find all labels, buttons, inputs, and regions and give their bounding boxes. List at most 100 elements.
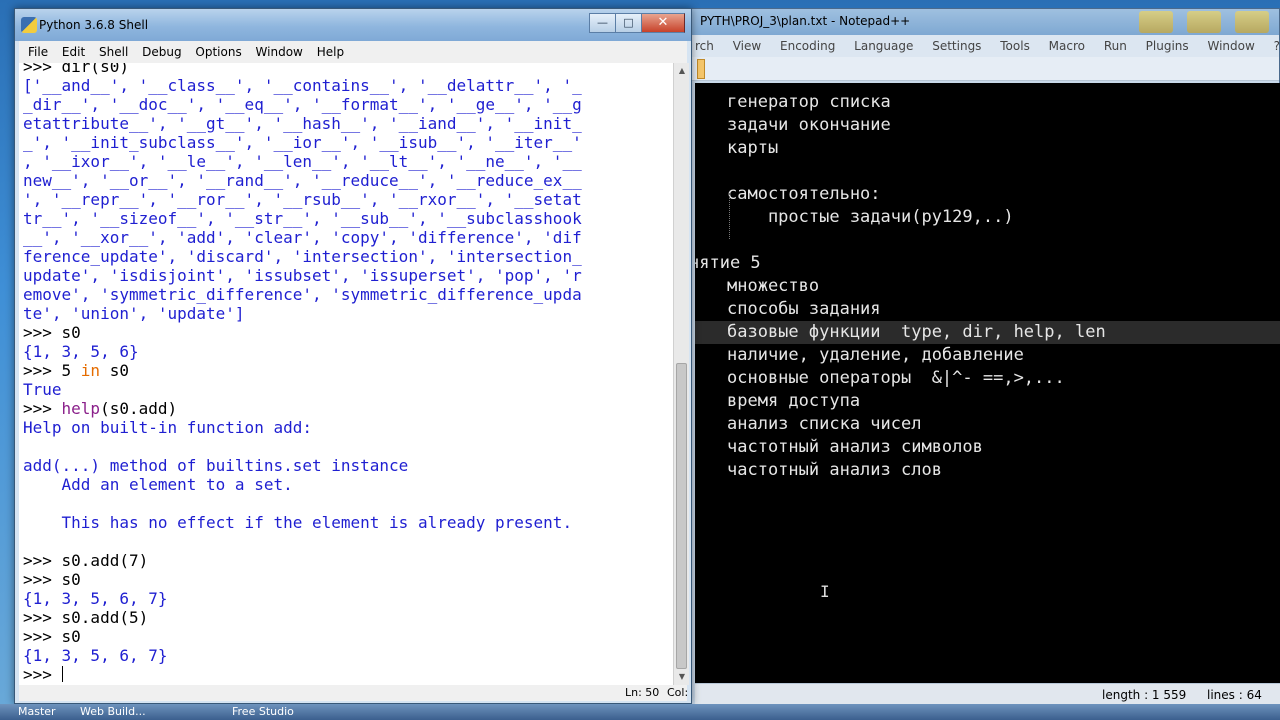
menu-window[interactable]: Window bbox=[256, 45, 303, 59]
shell-title: Python 3.6.8 Shell bbox=[39, 18, 149, 32]
menu-file[interactable]: File bbox=[28, 45, 48, 59]
scrollbar-thumb[interactable] bbox=[676, 363, 687, 669]
shell-output-line: add(...) method of builtins.set instance bbox=[23, 456, 409, 475]
python-shell-window: Python 3.6.8 Shell — □ ✕ File Edit Shell… bbox=[14, 8, 692, 715]
shell-input-line: >>> s0 bbox=[23, 570, 81, 589]
text-caret bbox=[61, 666, 63, 682]
notepad-toolbar bbox=[601, 57, 1279, 81]
desktop-thumbnails bbox=[1139, 11, 1269, 33]
shell-output-line: etattribute__', '__gt__', '__hash__', '_… bbox=[23, 114, 582, 133]
shell-output-line: new__', '__or__', '__rand__', '__reduce_… bbox=[23, 171, 582, 190]
editor-line: карты bbox=[727, 138, 779, 158]
shell-output-line: {1, 3, 5, 6, 7} bbox=[23, 589, 168, 608]
menu-view[interactable]: View bbox=[733, 39, 761, 53]
taskbar-item[interactable]: Master bbox=[18, 704, 56, 720]
notepad-titlebar[interactable]: PYTH\PROJ_3\plan.txt - Notepad++ bbox=[601, 9, 1279, 35]
shell-transcript: >>> dir(s0) ['__and__', '__class__', '__c… bbox=[23, 63, 673, 684]
menu-language[interactable]: Language bbox=[854, 39, 913, 53]
menu-macro[interactable]: Macro bbox=[1049, 39, 1085, 53]
fold-guide bbox=[729, 193, 730, 239]
minimize-button[interactable]: — bbox=[589, 13, 615, 33]
editor-line: генератор списка bbox=[727, 92, 891, 112]
editor-line-current: базовые функции type, dir, help, len bbox=[695, 321, 1280, 344]
vertical-scrollbar[interactable]: ▲ ▼ bbox=[673, 63, 689, 685]
menu-window[interactable]: Window bbox=[1207, 39, 1254, 53]
shell-input-line: >>> s0 bbox=[23, 323, 81, 342]
editor-line: частотный анализ символов bbox=[727, 437, 983, 457]
menu-settings[interactable]: Settings bbox=[932, 39, 981, 53]
shell-titlebar[interactable]: Python 3.6.8 Shell — □ ✕ bbox=[15, 9, 691, 41]
document-lines: lines : 64 bbox=[1207, 688, 1262, 702]
shell-output-line: te', 'union', 'update'] bbox=[23, 304, 245, 323]
editor-line: самостоятельно: bbox=[727, 184, 881, 204]
menu-shell[interactable]: Shell bbox=[99, 45, 128, 59]
menu-run[interactable]: Run bbox=[1104, 39, 1127, 53]
shell-output-line: {1, 3, 5, 6} bbox=[23, 342, 139, 361]
shell-output-line: __', '__xor__', 'add', 'clear', 'copy', … bbox=[23, 228, 582, 247]
shell-input-line: >>> s0.add(7) bbox=[23, 551, 149, 570]
menu-plugins[interactable]: Plugins bbox=[1146, 39, 1189, 53]
notepad-statusbar: length : 1 559 lines : 64 bbox=[695, 683, 1280, 705]
shell-output-line: Add an element to a set. bbox=[23, 475, 293, 494]
folder-icon bbox=[1235, 11, 1269, 33]
menu-encoding[interactable]: Encoding bbox=[780, 39, 835, 53]
menu-help[interactable]: ? bbox=[1274, 39, 1280, 53]
editor-line: множество bbox=[727, 276, 820, 296]
shell-output-line: _dir__', '__doc__', '__eq__', '__format_… bbox=[23, 95, 582, 114]
editor-line: частотный анализ слов bbox=[727, 460, 942, 480]
mouse-ibeam-cursor-icon: I bbox=[820, 582, 830, 601]
editor-line: простые задачи(py129,..) bbox=[727, 207, 1014, 227]
shell-output-line: ', '__repr__', '__ror__', '__rsub__', '_… bbox=[23, 190, 582, 209]
file-tab[interactable] bbox=[697, 59, 705, 79]
shell-output-line: emove', 'symmetric_difference', 'symmetr… bbox=[23, 285, 582, 304]
shell-statusbar: Ln: 50 Col: 4 bbox=[19, 685, 688, 715]
scroll-down-icon[interactable]: ▼ bbox=[674, 669, 690, 685]
editor-line: основные операторы &|^- ==,>,... bbox=[727, 368, 1065, 388]
shell-output-line bbox=[23, 532, 673, 551]
shell-input-line: >>> s0 bbox=[23, 627, 81, 646]
shell-output[interactable]: >>> dir(s0) ['__and__', '__class__', '__c… bbox=[19, 63, 673, 685]
shell-input-line: >>> s0.add(5) bbox=[23, 608, 149, 627]
shell-input-line: >>> help(s0.add) bbox=[23, 399, 178, 418]
menu-search[interactable]: rch bbox=[695, 39, 714, 53]
shell-output-line: This has no effect if the element is alr… bbox=[23, 513, 573, 532]
scroll-up-icon[interactable]: ▲ bbox=[674, 63, 690, 79]
shell-output-line bbox=[23, 437, 673, 456]
notepad-editor[interactable]: генератор списка задачи окончание карты … bbox=[695, 83, 1280, 683]
notepad-menubar: rch View Encoding Language Settings Tool… bbox=[601, 35, 1280, 57]
shell-output-line: ference_update', 'discard', 'intersectio… bbox=[23, 247, 582, 266]
shell-output-line bbox=[23, 494, 673, 513]
editor-line: наличие, удаление, добавление bbox=[727, 345, 1024, 365]
shell-output-line: tr__', '__sizeof__', '__str__', '__sub__… bbox=[23, 209, 582, 228]
shell-output-line: , '__ixor__', '__le__', '__len__', '__lt… bbox=[23, 152, 582, 171]
shell-input-line: >>> dir(s0) bbox=[23, 63, 129, 76]
cursor-line: Ln: 50 bbox=[625, 686, 660, 699]
menu-debug[interactable]: Debug bbox=[142, 45, 181, 59]
shell-output-line: ['__and__', '__class__', '__contains__',… bbox=[23, 76, 582, 95]
shell-input-line: >>> bbox=[23, 665, 63, 684]
close-button[interactable]: ✕ bbox=[641, 13, 685, 33]
document-length: length : 1 559 bbox=[1102, 688, 1187, 702]
window-controls: — □ ✕ bbox=[589, 13, 685, 33]
taskbar-item[interactable]: Web Build... bbox=[80, 704, 146, 720]
shell-output-line: True bbox=[23, 380, 62, 399]
folder-icon bbox=[1139, 11, 1173, 33]
menu-tools[interactable]: Tools bbox=[1000, 39, 1030, 53]
shell-output-line: {1, 3, 5, 6, 7} bbox=[23, 646, 168, 665]
menu-options[interactable]: Options bbox=[195, 45, 241, 59]
shell-menubar: File Edit Shell Debug Options Window Hel… bbox=[19, 41, 687, 63]
notepad-window: PYTH\PROJ_3\plan.txt - Notepad++ rch Vie… bbox=[600, 8, 1280, 706]
maximize-button[interactable]: □ bbox=[615, 13, 641, 33]
taskbar-item[interactable]: Free Studio bbox=[232, 704, 294, 720]
notepad-title: PYTH\PROJ_3\plan.txt - Notepad++ bbox=[700, 14, 911, 28]
menu-edit[interactable]: Edit bbox=[62, 45, 85, 59]
taskbar: Master Web Build... Free Studio bbox=[0, 704, 1280, 720]
editor-line: способы задания bbox=[727, 299, 881, 319]
shell-output-line: Help on built-in function add: bbox=[23, 418, 312, 437]
python-icon bbox=[21, 17, 37, 33]
menu-help[interactable]: Help bbox=[317, 45, 344, 59]
editor-line: анализ списка чисел bbox=[727, 414, 922, 434]
editor-line: задачи окончание bbox=[727, 115, 891, 135]
